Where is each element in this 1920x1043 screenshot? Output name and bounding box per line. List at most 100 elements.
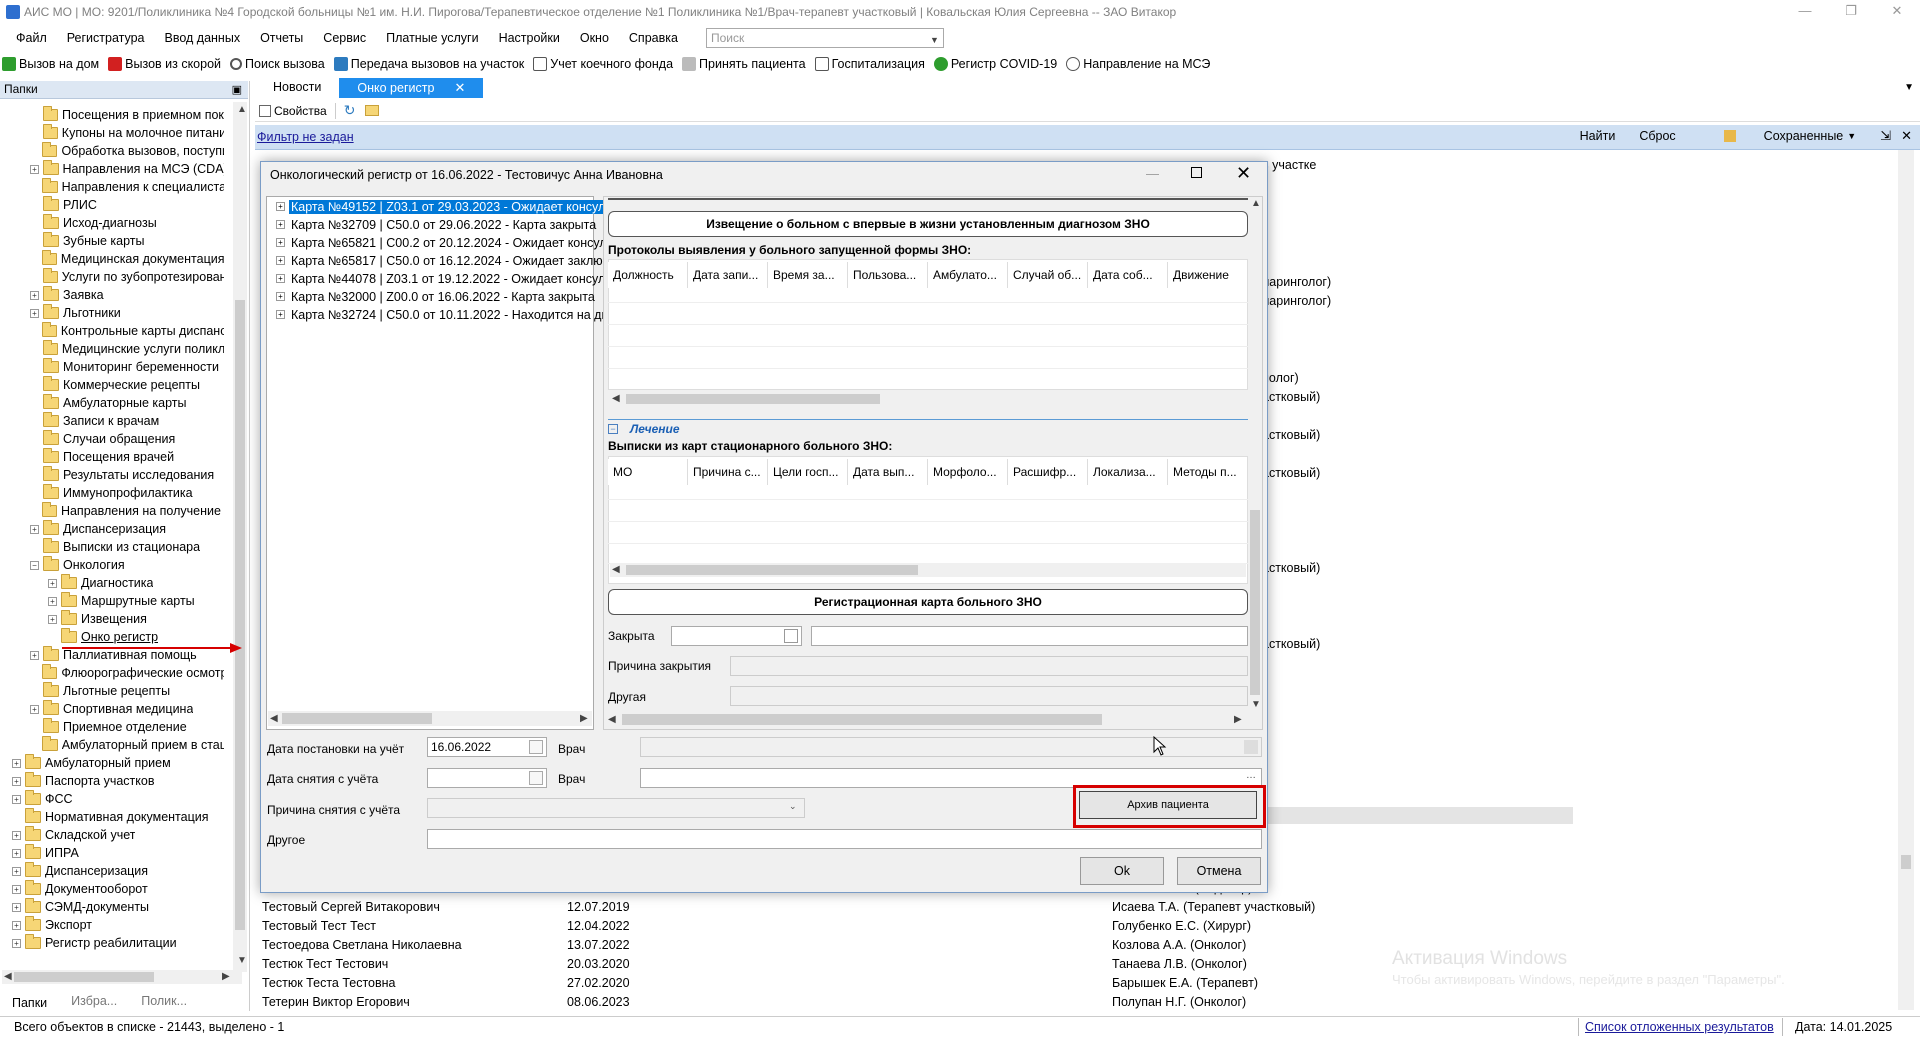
- grid-column-header[interactable]: Дата запи...: [688, 262, 768, 288]
- dereg-date-picker-icon[interactable]: [529, 771, 543, 785]
- tab-onco-register[interactable]: Онко регистр ✕: [339, 78, 484, 98]
- tree-item[interactable]: Нормативная документация: [12, 808, 224, 826]
- expand-icon[interactable]: +: [12, 848, 21, 858]
- scroll-up-icon[interactable]: ▲: [237, 104, 247, 115]
- tree-item[interactable]: Мониторинг беременности: [30, 358, 224, 376]
- tree-item[interactable]: + Извещения: [48, 610, 224, 628]
- find-button[interactable]: Найти: [1580, 129, 1616, 143]
- grid-column-header[interactable]: Амбулато...: [928, 262, 1008, 288]
- tree-item[interactable]: Обработка вызовов, поступив: [30, 142, 224, 160]
- expand-icon[interactable]: +: [276, 220, 285, 229]
- table-row[interactable]: Тестовый Тест Тест 12.04.2022 Голубенко Е.…: [262, 919, 1562, 938]
- tabs-dropdown-icon[interactable]: ▼: [1904, 82, 1914, 93]
- ambulance-call-button[interactable]: Вызов из скорой: [108, 57, 221, 71]
- chevron-down-icon[interactable]: ▼: [930, 31, 939, 49]
- expand-icon[interactable]: +: [30, 650, 39, 660]
- tab-news[interactable]: Новости: [255, 78, 339, 98]
- expand-icon[interactable]: +: [12, 758, 21, 768]
- folders-vertical-scroll-thumb[interactable]: [235, 300, 245, 930]
- tree-item[interactable]: Иммунопрофилактика: [30, 484, 224, 502]
- scroll-left-icon[interactable]: ◀: [270, 713, 278, 724]
- grid-column-header[interactable]: Методы п...: [1168, 459, 1248, 485]
- expand-icon[interactable]: +: [276, 274, 285, 283]
- registration-card-button[interactable]: Регистрационная карта больного ЗНО: [608, 589, 1248, 615]
- close-tab-icon[interactable]: ✕: [454, 80, 465, 96]
- tree-item[interactable]: Льготные рецепты: [30, 682, 224, 700]
- tree-item[interactable]: + ФСС: [12, 790, 224, 808]
- menu-service[interactable]: Сервис: [323, 31, 366, 45]
- tree-item[interactable]: + Складской учет: [12, 826, 224, 844]
- tree-item[interactable]: Контрольные карты диспансер: [30, 322, 224, 340]
- tree-item[interactable]: Купоны на молочное питание: [30, 124, 224, 142]
- expand-icon[interactable]: +: [12, 776, 21, 786]
- search-input[interactable]: Поиск ▼: [705, 28, 944, 49]
- patient-archive-button[interactable]: Архив пациента: [1079, 791, 1257, 819]
- chevron-down-icon[interactable]: ⌄: [789, 801, 797, 812]
- expand-icon[interactable]: +: [276, 238, 285, 247]
- menu-reports[interactable]: Отчеты: [260, 31, 303, 45]
- expand-icon[interactable]: +: [12, 794, 21, 804]
- expand-icon[interactable]: +: [276, 202, 285, 211]
- table-row[interactable]: Тестюк Тест Тестович 20.03.2020 Танаева Л.…: [262, 957, 1562, 976]
- dialog-maximize-icon[interactable]: [1191, 167, 1202, 178]
- card-item[interactable]: + Карта №44078 | Z03.1 от 19.12.2022 - Ож…: [276, 270, 619, 287]
- other-input[interactable]: [427, 829, 1262, 849]
- tree-item[interactable]: Услуги по зубопротезировани: [30, 268, 224, 286]
- tree-item[interactable]: Посещения врачей: [30, 448, 224, 466]
- scroll-down-icon[interactable]: ▼: [1251, 699, 1261, 710]
- table-row[interactable]: Тестовый Сергей Витакорович 12.07.2019 Иса…: [262, 900, 1562, 919]
- postponed-results-link[interactable]: Список отложенных результатов: [1585, 1020, 1774, 1034]
- tab-folders[interactable]: Папки: [0, 991, 60, 1011]
- collapse-icon[interactable]: −: [30, 560, 39, 570]
- expand-icon[interactable]: +: [48, 614, 57, 624]
- tree-item[interactable]: Медицинские услуги поликли: [30, 340, 224, 358]
- bed-fund-button[interactable]: Учет коечного фонда: [533, 57, 673, 71]
- grid-column-header[interactable]: Дата вып...: [848, 459, 928, 485]
- dialog-close-icon[interactable]: ✕: [1236, 163, 1251, 184]
- closed-date-picker-icon[interactable]: [784, 629, 798, 643]
- house-call-button[interactable]: Вызов на дом: [2, 57, 99, 71]
- tree-item[interactable]: Медицинская документация (Е: [30, 250, 224, 268]
- tree-item[interactable]: Результаты исследования: [30, 466, 224, 484]
- menu-file[interactable]: Файл: [16, 31, 47, 45]
- card-item[interactable]: + Карта №65821 | C00.2 от 20.12.2024 - Ож…: [276, 234, 620, 251]
- grid-column-header[interactable]: Случай об...: [1008, 262, 1088, 288]
- tree-item[interactable]: Амбулаторные карты: [30, 394, 224, 412]
- saved-filters-button[interactable]: Сохраненные ▼: [1700, 129, 1856, 143]
- expand-icon[interactable]: +: [12, 866, 21, 876]
- extracts-scroll-thumb[interactable]: [626, 565, 918, 575]
- close-window-icon[interactable]: ✕: [1874, 0, 1920, 24]
- tree-item[interactable]: Амбулаторный прием в стаци: [30, 736, 224, 754]
- expand-icon[interactable]: +: [30, 308, 39, 318]
- tree-item[interactable]: + СЭМД-документы: [12, 898, 224, 916]
- collapse-icon[interactable]: −: [608, 424, 618, 434]
- list-vertical-scrollbar[interactable]: [1898, 150, 1914, 1010]
- protocols-scroll-thumb[interactable]: [626, 394, 880, 404]
- tree-item[interactable]: Случаи обращения: [30, 430, 224, 448]
- card-item[interactable]: + Карта №32709 | C50.0 от 29.06.2022 - Ка…: [276, 216, 598, 233]
- expand-icon[interactable]: +: [30, 704, 39, 714]
- tree-item[interactable]: Коммерческие рецепты: [30, 376, 224, 394]
- card-item[interactable]: + Карта №49152 | Z03.1 от 29.03.2023 - Ож…: [276, 198, 619, 215]
- filter-link[interactable]: Фильтр не задан: [257, 130, 354, 144]
- close-filter-icon[interactable]: ✕: [1901, 128, 1912, 144]
- reg-date-picker-icon[interactable]: [529, 740, 543, 754]
- tree-item[interactable]: + Маршрутные карты: [48, 592, 224, 610]
- tree-item[interactable]: + Документооборот: [12, 880, 224, 898]
- table-row[interactable]: Тетерин Виктор Егорович 08.06.2023 Полупан…: [262, 995, 1562, 1014]
- tree-item[interactable]: + Льготники: [30, 304, 224, 322]
- ok-button[interactable]: Ok: [1080, 857, 1164, 885]
- expand-icon[interactable]: +: [276, 310, 285, 319]
- tree-item[interactable]: Направления к специалистам: [30, 178, 224, 196]
- tree-item[interactable]: + Регистр реабилитации: [12, 934, 224, 952]
- grid-column-header[interactable]: Причина с...: [688, 459, 768, 485]
- pin-filter-icon[interactable]: ⇲: [1880, 128, 1891, 144]
- notice-section-button[interactable]: Извещение о больном с впервые в жизни ус…: [608, 211, 1248, 237]
- list-vertical-scroll-thumb[interactable]: [1901, 855, 1911, 869]
- table-row[interactable]: Тестоедова Светлана Николаевна 13.07.2022…: [262, 938, 1562, 957]
- expand-icon[interactable]: +: [276, 292, 285, 301]
- treatment-group-header[interactable]: − Лечение: [608, 422, 680, 436]
- tree-item[interactable]: Посещения в приемном поко: [30, 106, 224, 124]
- cards-horizontal-scroll-thumb[interactable]: [282, 713, 432, 724]
- expand-icon[interactable]: +: [12, 938, 21, 948]
